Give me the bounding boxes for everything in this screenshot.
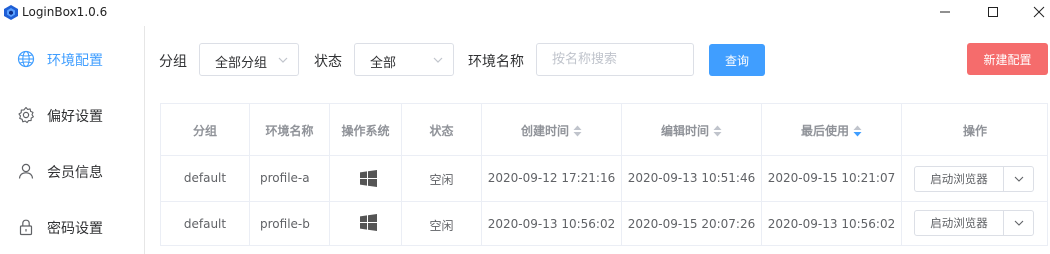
chevron-down-icon bbox=[1014, 220, 1024, 226]
sidebar-item-label: 偏好设置 bbox=[47, 109, 103, 125]
windows-icon bbox=[360, 214, 377, 231]
launch-browser-split-button: 启动浏览器 bbox=[914, 210, 1034, 236]
sort-last-used-header[interactable]: 最后使用 bbox=[762, 104, 902, 156]
cell-edited: 2020-09-15 20:07:26 bbox=[622, 202, 762, 246]
user-icon bbox=[18, 163, 34, 179]
close-icon[interactable] bbox=[1031, 4, 1047, 20]
chevron-down-icon bbox=[1014, 176, 1024, 182]
query-button[interactable]: 查询 bbox=[709, 44, 765, 76]
status-filter-label: 状态 bbox=[314, 54, 342, 70]
maximize-icon[interactable] bbox=[985, 4, 1001, 20]
search-input[interactable] bbox=[536, 43, 694, 76]
app-title: LoginBox1.0.6 bbox=[22, 5, 108, 19]
table-header-cell: 环境名称 bbox=[250, 104, 330, 156]
cell-group: default bbox=[161, 156, 250, 202]
cell-edited: 2020-09-13 10:51:46 bbox=[622, 156, 762, 202]
group-select-value: 全部分组 bbox=[215, 56, 268, 71]
cube-logo-icon bbox=[4, 5, 18, 20]
launch-browser-split-button: 启动浏览器 bbox=[914, 166, 1034, 192]
sort-edited-header[interactable]: 编辑时间 bbox=[622, 104, 762, 156]
cell-name: profile-b bbox=[250, 202, 330, 246]
title-bar: LoginBox1.0.6 bbox=[0, 0, 1050, 26]
header-label: 状态 bbox=[429, 124, 454, 138]
sort-icon bbox=[573, 125, 582, 137]
sidebar-item-membership[interactable]: 会员信息 bbox=[0, 142, 144, 198]
gear-icon bbox=[18, 106, 34, 124]
status-select[interactable]: 全部 bbox=[354, 43, 454, 76]
table-header-cell: 状态 bbox=[402, 104, 482, 156]
sidebar-item-environment[interactable]: 环境配置 bbox=[0, 30, 144, 86]
sidebar-item-password[interactable]: 密码设置 bbox=[0, 198, 144, 254]
chevron-down-icon bbox=[278, 57, 288, 63]
sidebar-item-label: 密码设置 bbox=[47, 221, 103, 237]
globe-icon bbox=[17, 50, 35, 68]
sort-descending-icon bbox=[853, 125, 862, 137]
cell-status: 空闲 bbox=[402, 156, 482, 202]
sort-created-header[interactable]: 创建时间 bbox=[482, 104, 622, 156]
cell-action: 启动浏览器 bbox=[902, 156, 1048, 202]
lock-icon bbox=[19, 219, 33, 236]
header-label: 创建时间 bbox=[520, 124, 569, 138]
header-label: 编辑时间 bbox=[660, 124, 709, 138]
cell-last-used: 2020-09-13 10:56:02 bbox=[762, 202, 902, 246]
sidebar-item-preferences[interactable]: 偏好设置 bbox=[0, 86, 144, 142]
cell-group: default bbox=[161, 202, 250, 246]
minimize-icon[interactable] bbox=[937, 4, 953, 20]
group-filter-label: 分组 bbox=[159, 54, 187, 70]
header-label: 环境名称 bbox=[265, 124, 314, 138]
cell-created: 2020-09-13 10:56:02 bbox=[482, 202, 622, 246]
header-label: 操作系统 bbox=[341, 124, 390, 138]
sidebar-item-label: 会员信息 bbox=[47, 165, 103, 181]
sidebar-item-label: 环境配置 bbox=[47, 53, 103, 69]
status-select-value: 全部 bbox=[370, 56, 397, 71]
table-header-cell: 操作系统 bbox=[330, 104, 402, 156]
cell-status: 空闲 bbox=[402, 202, 482, 246]
windows-icon bbox=[360, 170, 377, 187]
sidebar: 环境配置 偏好设置 会员信息 密码设置 bbox=[0, 26, 145, 254]
header-label: 最后使用 bbox=[800, 124, 849, 138]
launch-browser-button[interactable]: 启动浏览器 bbox=[915, 211, 1004, 235]
group-select[interactable]: 全部分组 bbox=[199, 43, 299, 76]
chevron-down-icon bbox=[433, 57, 443, 63]
table-header-cell: 操作 bbox=[902, 104, 1048, 156]
launch-browser-button[interactable]: 启动浏览器 bbox=[915, 167, 1004, 191]
cell-name: profile-a bbox=[250, 156, 330, 202]
name-filter-label: 环境名称 bbox=[468, 54, 524, 70]
header-label: 操作 bbox=[962, 124, 987, 138]
cell-action: 启动浏览器 bbox=[902, 202, 1048, 246]
header-label: 分组 bbox=[192, 124, 217, 138]
launch-options-dropdown[interactable] bbox=[1004, 211, 1033, 235]
launch-options-dropdown[interactable] bbox=[1004, 167, 1033, 191]
new-config-button[interactable]: 新建配置 bbox=[967, 43, 1048, 75]
profile-table: 分组 环境名称 操作系统 状态 创建时间 编辑时间 最后使用 操作 defaul… bbox=[160, 103, 1048, 246]
table-header-cell: 分组 bbox=[161, 104, 250, 156]
cell-last-used: 2020-09-15 10:21:07 bbox=[762, 156, 902, 202]
sort-icon bbox=[713, 125, 722, 137]
cell-created: 2020-09-12 17:21:16 bbox=[482, 156, 622, 202]
cell-os bbox=[330, 202, 402, 246]
cell-os bbox=[330, 156, 402, 202]
